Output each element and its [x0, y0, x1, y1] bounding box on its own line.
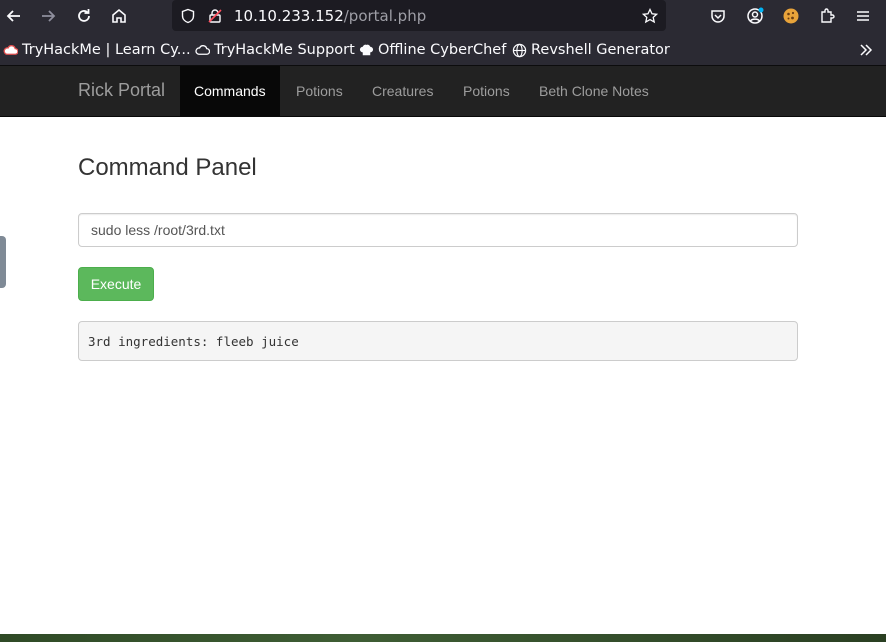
bookmark-label: TryHackMe | Learn Cy... [22, 42, 191, 58]
bookmark-cyberchef[interactable]: Offline CyberChef [358, 40, 506, 60]
browser-toolbar: 10.10.233.152/portal.php [0, 0, 886, 32]
forward-arrow-icon [42, 10, 56, 22]
cloud-icon [194, 42, 210, 58]
url-host: 10.10.233.152 [234, 7, 344, 25]
site-navbar: Rick Portal Commands Potions Creatures P… [0, 66, 886, 117]
brand-link[interactable]: Rick Portal [78, 80, 165, 101]
bookmarks-overflow-button[interactable] [856, 40, 876, 60]
account-icon[interactable] [744, 5, 766, 27]
tryhackme-icon [2, 42, 18, 58]
page-title: Command Panel [78, 154, 257, 181]
bookmarks-bar: TryHackMe | Learn Cy... TryHackMe Suppor… [0, 32, 886, 66]
home-button[interactable] [107, 4, 131, 28]
bookmark-label: Revshell Generator [531, 42, 670, 58]
nav-creatures[interactable]: Creatures [358, 66, 447, 116]
url-bar[interactable]: 10.10.233.152/portal.php [172, 0, 666, 31]
bookmark-tryhackme-support[interactable]: TryHackMe Support [194, 40, 355, 60]
chef-hat-icon [358, 42, 374, 58]
double-chevron-right-icon [860, 44, 873, 56]
insecure-lock-icon[interactable] [205, 6, 225, 26]
nav-beth-clone-notes[interactable]: Beth Clone Notes [525, 66, 663, 116]
reload-icon [78, 9, 90, 22]
side-edge-tab[interactable] [0, 236, 6, 288]
reload-button[interactable] [72, 4, 96, 28]
url-path: /portal.php [343, 7, 427, 25]
pocket-icon[interactable] [707, 5, 729, 27]
nav-potions[interactable]: Potions [282, 66, 357, 116]
nav-commands[interactable]: Commands [180, 66, 280, 116]
command-input[interactable] [78, 213, 798, 247]
bookmark-tryhackme[interactable]: TryHackMe | Learn Cy... [2, 40, 191, 60]
desktop-background-strip [0, 634, 886, 642]
globe-icon [511, 42, 527, 58]
bookmark-revshell[interactable]: Revshell Generator [511, 40, 670, 60]
back-arrow-icon [6, 10, 20, 22]
home-icon [112, 8, 126, 23]
shield-icon[interactable] [178, 6, 198, 26]
extensions-puzzle-icon[interactable] [816, 5, 838, 27]
bookmark-label: TryHackMe Support [214, 42, 355, 58]
bookmark-star-icon[interactable] [640, 6, 660, 26]
hamburger-menu-icon[interactable] [852, 5, 874, 27]
extension-cookie-icon[interactable] [780, 5, 802, 27]
forward-button[interactable] [36, 4, 60, 28]
execute-button[interactable]: Execute [78, 267, 154, 301]
url-text[interactable]: 10.10.233.152/portal.php [234, 7, 426, 25]
bookmark-label: Offline CyberChef [378, 42, 507, 58]
nav-potions-2[interactable]: Potions [449, 66, 524, 116]
back-button[interactable] [2, 4, 26, 28]
command-output: 3rd ingredients: fleeb juice [78, 321, 798, 361]
